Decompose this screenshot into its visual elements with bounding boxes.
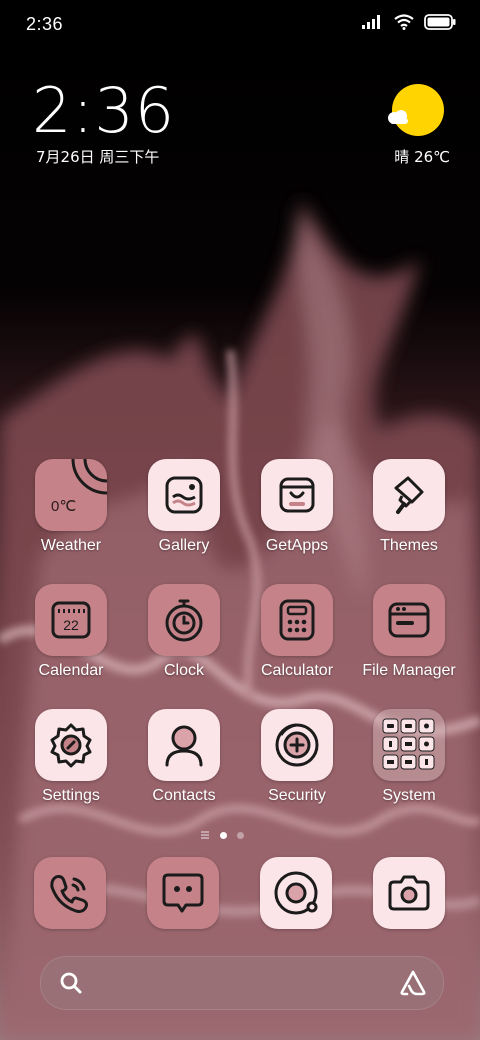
assistant-icon[interactable] (399, 969, 427, 997)
weather-icon: 0℃ (35, 459, 107, 531)
app-label: Themes (380, 537, 438, 554)
app-label: Security (268, 787, 326, 804)
app-label: Contacts (152, 787, 216, 804)
app-calculator[interactable]: Calculator (247, 584, 347, 680)
wifi-icon (394, 14, 414, 30)
weather-widget[interactable]: 晴 26℃ (388, 84, 450, 166)
browser-icon (260, 857, 332, 929)
camera-icon (373, 857, 445, 929)
search-bar[interactable] (40, 956, 444, 1010)
app-settings[interactable]: Settings (21, 709, 121, 805)
signal-icon (362, 15, 380, 29)
contacts-icon (148, 709, 220, 781)
dock-messages[interactable] (147, 857, 219, 929)
page-dot[interactable] (237, 831, 244, 839)
dock-phone[interactable] (34, 857, 106, 929)
app-security[interactable]: Security (247, 709, 347, 805)
app-label: Weather (40, 537, 102, 554)
settings-icon (35, 709, 107, 781)
app-weather[interactable]: 0℃ Weather (21, 459, 121, 555)
system-folder-icon (373, 709, 445, 781)
page-indicator (200, 830, 244, 840)
dock-camera[interactable] (373, 857, 445, 929)
status-bar-icons (362, 14, 456, 30)
calculator-icon (261, 584, 333, 656)
getapps-icon (261, 459, 333, 531)
app-label: Calculator (260, 662, 334, 679)
app-label: Gallery (158, 537, 210, 554)
app-getapps[interactable]: GetApps (247, 459, 347, 555)
app-gallery[interactable]: Gallery (134, 459, 234, 555)
app-label: Clock (163, 662, 204, 679)
app-label: GetApps (265, 537, 329, 554)
calendar-icon: 22 (35, 584, 107, 656)
app-themes[interactable]: Themes (359, 459, 459, 555)
app-label: Settings (42, 787, 100, 804)
search-icon[interactable] (59, 971, 83, 995)
app-contacts[interactable]: Contacts (134, 709, 234, 805)
page-list-icon[interactable] (200, 830, 210, 840)
app-file-manager[interactable]: File Manager (359, 584, 459, 680)
dock-browser[interactable] (260, 857, 332, 929)
calendar-icon-day: 22 (63, 617, 79, 633)
file-manager-icon (373, 584, 445, 656)
battery-icon (424, 14, 456, 30)
cloud-icon (388, 110, 408, 124)
messages-icon (147, 857, 219, 929)
status-bar-time: 2:36 (26, 14, 64, 34)
clock-icon (148, 584, 220, 656)
clock-widget-time[interactable]: 2:36 (32, 74, 175, 147)
app-label: File Manager (362, 662, 456, 679)
page-dot-active[interactable] (220, 831, 227, 839)
app-label: Calendar (38, 662, 104, 679)
app-label: System (382, 787, 436, 804)
app-system-folder[interactable]: System (359, 709, 459, 805)
weather-condition-temp: 晴 26℃ (394, 148, 450, 166)
clock-widget-date[interactable]: 7月26日 周三下午 (36, 146, 159, 167)
security-icon (261, 709, 333, 781)
app-clock[interactable]: Clock (134, 584, 234, 680)
app-calendar[interactable]: 22 Calendar (21, 584, 121, 680)
weather-icon-temp: 0℃ (51, 498, 77, 515)
themes-icon (373, 459, 445, 531)
gallery-icon (148, 459, 220, 531)
phone-icon (34, 857, 106, 929)
